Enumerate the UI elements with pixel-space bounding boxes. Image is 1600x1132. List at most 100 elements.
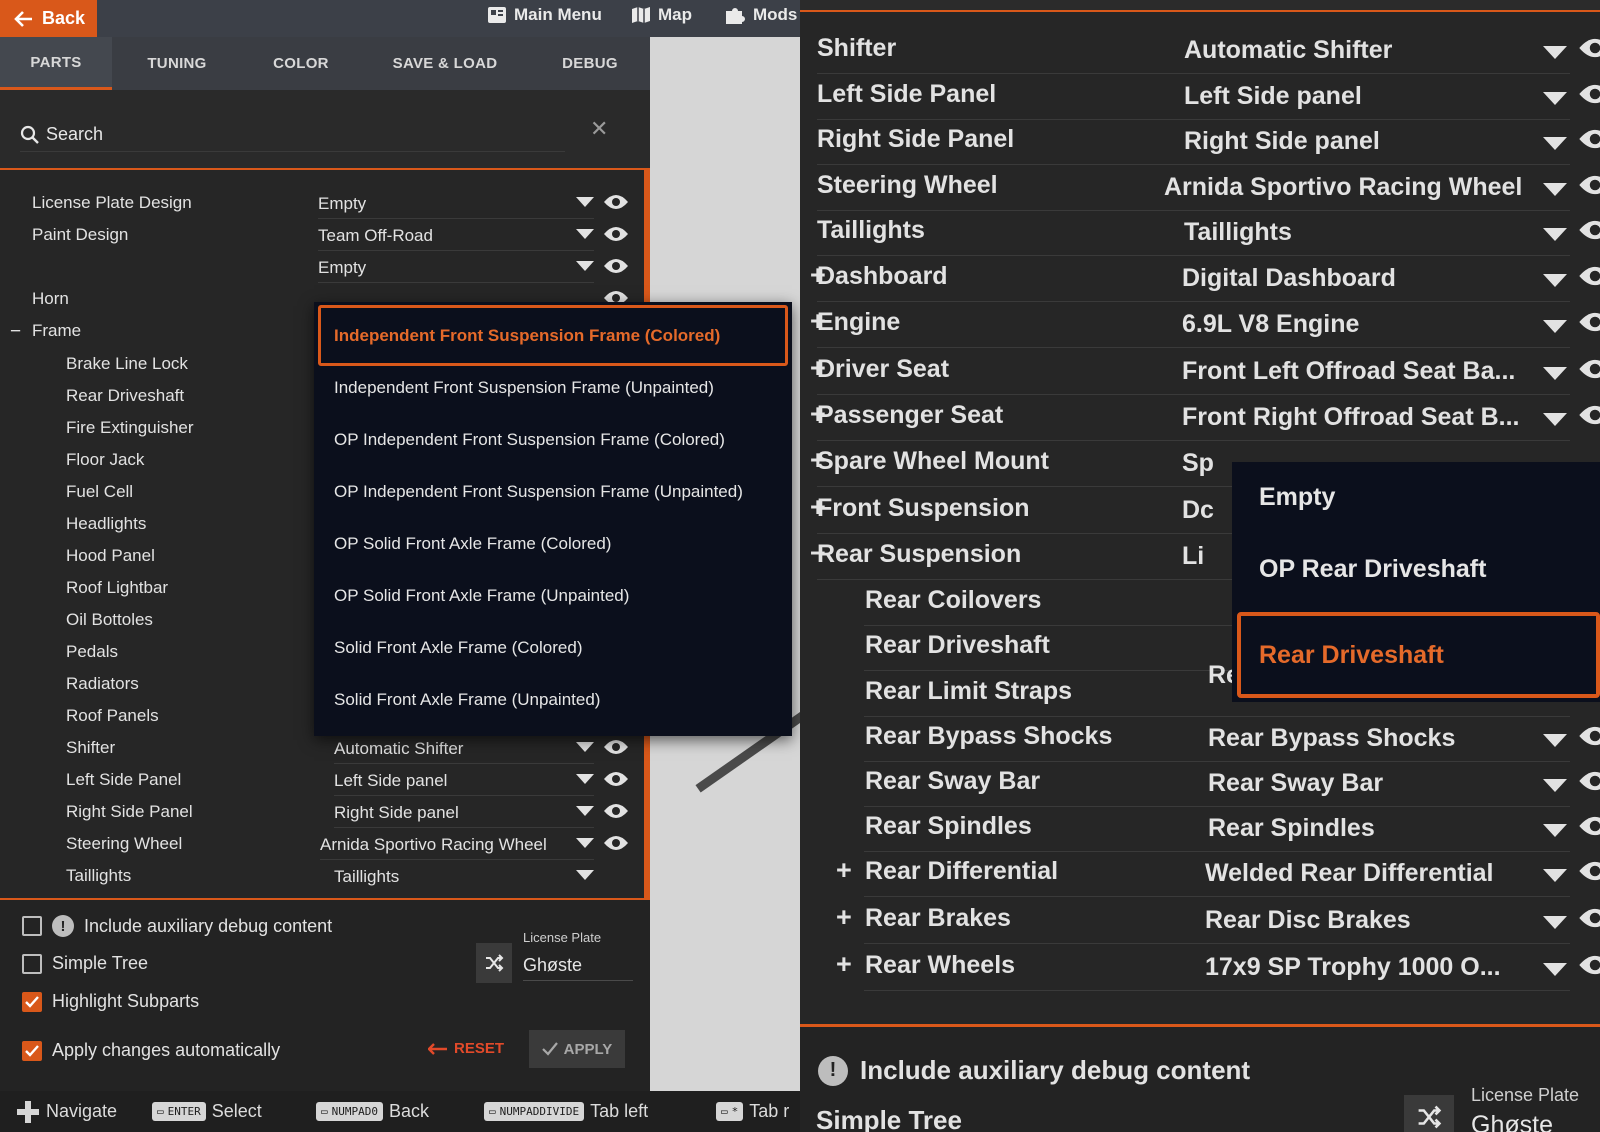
tree-row-taillights[interactable]: Taillights Taillights (0, 860, 640, 892)
eye-icon[interactable] (1578, 859, 1600, 883)
dropdown-option[interactable]: Independent Front Suspension Frame (Unpa… (314, 362, 792, 414)
eye-icon[interactable] (1578, 953, 1600, 977)
randomize-plate-button[interactable] (476, 943, 512, 983)
dropdown-option[interactable]: Solid Front Axle Frame (Unpainted) (314, 674, 792, 726)
mods-button[interactable]: Mods (724, 0, 797, 30)
tab-color[interactable]: COLOR (242, 37, 360, 90)
eye-icon[interactable] (603, 257, 629, 275)
collapse-icon[interactable]: − (10, 321, 21, 343)
chevron-down-icon[interactable] (1543, 963, 1567, 976)
dropdown-option[interactable]: Empty (1232, 462, 1600, 532)
chevron-down-icon[interactable] (1543, 183, 1567, 196)
eye-icon[interactable] (1578, 218, 1600, 242)
eye-icon[interactable] (603, 834, 629, 852)
dropdown-option[interactable]: OP Independent Front Suspension Frame (U… (314, 466, 792, 518)
back-button[interactable]: Back (0, 0, 97, 37)
zoom-tree-row[interactable]: Rear Sway Bar Rear Sway Bar (800, 761, 1600, 807)
zoom-tree-row[interactable]: + Rear Brakes Rear Disc Brakes (800, 898, 1600, 944)
chevron-down-icon[interactable] (576, 197, 594, 207)
zoom-tree-row[interactable]: + Engine 6.9L V8 Engine (800, 302, 1600, 348)
auto-apply-checkbox-row[interactable]: Apply changes automatically (22, 1040, 280, 1061)
expand-icon[interactable]: + (836, 949, 852, 980)
zoom-tree-row[interactable]: + Passenger Seat Front Right Offroad Seat … (800, 395, 1600, 441)
eye-icon[interactable] (1578, 127, 1600, 151)
clear-search-icon[interactable]: ✕ (590, 116, 608, 142)
chevron-down-icon[interactable] (1543, 367, 1567, 380)
chevron-down-icon[interactable] (576, 229, 594, 239)
eye-icon[interactable] (1578, 357, 1600, 381)
eye-icon[interactable] (1578, 724, 1600, 748)
eye-icon[interactable] (1578, 310, 1600, 334)
apply-button[interactable]: APPLY (529, 1030, 625, 1068)
chevron-down-icon[interactable] (1543, 92, 1567, 105)
chevron-down-icon[interactable] (1543, 274, 1567, 287)
zoom-tree-row[interactable]: + Dashboard Digital Dashboard (800, 256, 1600, 302)
map-button[interactable]: Map (631, 0, 692, 30)
aux-debug-checkbox-row[interactable]: ! Include auxiliary debug content (22, 915, 332, 937)
auto-apply-checkbox[interactable] (22, 1040, 42, 1061)
eye-icon[interactable] (603, 770, 629, 788)
dropdown-option-selected[interactable]: Independent Front Suspension Frame (Colo… (318, 305, 788, 366)
highlight-subparts-checkbox-row[interactable]: Highlight Subparts (22, 991, 199, 1012)
tab-debug[interactable]: DEBUG (530, 37, 650, 90)
chevron-down-icon[interactable] (576, 870, 594, 880)
zoom-tree-row[interactable]: + Driver Seat Front Left Offroad Seat Ba..… (800, 349, 1600, 395)
tree-row-paint-design-2[interactable]: Empty (0, 251, 640, 283)
chevron-down-icon[interactable] (576, 838, 594, 848)
eye-icon[interactable] (603, 225, 629, 243)
randomize-plate-button[interactable] (1404, 1095, 1454, 1132)
main-menu-button[interactable]: Main Menu (487, 0, 602, 30)
chevron-down-icon[interactable] (1543, 228, 1567, 241)
tree-row-left-side-panel[interactable]: Left Side Panel Left Side panel (0, 764, 640, 796)
eye-icon[interactable] (1578, 769, 1600, 793)
chevron-down-icon[interactable] (576, 261, 594, 271)
tree-row-steering-wheel[interactable]: Steering Wheel Arnida Sportivo Racing Wh… (0, 828, 640, 860)
search-input[interactable] (46, 124, 526, 145)
simple-tree-checkbox-row[interactable]: Simple Tree (22, 953, 148, 974)
zoom-tree-row[interactable]: + Rear Differential Welded Rear Differenti… (800, 851, 1600, 897)
tab-tuning[interactable]: TUNING (112, 37, 242, 90)
simple-tree-checkbox[interactable] (22, 953, 42, 974)
reset-button[interactable]: RESET (428, 1040, 504, 1057)
simple-tree-label[interactable]: Simple Tree (816, 1105, 962, 1132)
tab-save-load[interactable]: SAVE & LOAD (360, 37, 530, 90)
chevron-down-icon[interactable] (576, 774, 594, 784)
dropdown-option-selected[interactable]: Rear Driveshaft (1237, 612, 1600, 698)
dropdown-option[interactable]: OP Solid Front Axle Frame (Colored) (314, 518, 792, 570)
chevron-down-icon[interactable] (1543, 824, 1567, 837)
tree-row-license-plate-design[interactable]: License Plate Design Empty (0, 187, 640, 219)
tree-row-shifter[interactable]: Shifter Automatic Shifter (0, 732, 640, 764)
expand-icon[interactable]: + (836, 855, 852, 886)
aux-debug-checkbox[interactable] (22, 916, 42, 936)
dropdown-option[interactable]: OP Solid Front Axle Frame (Unpainted) (314, 570, 792, 622)
eye-icon[interactable] (603, 802, 629, 820)
chevron-down-icon[interactable] (1543, 413, 1567, 426)
eye-icon[interactable] (1578, 264, 1600, 288)
eye-icon[interactable] (1578, 36, 1600, 60)
eye-icon[interactable] (1578, 403, 1600, 427)
dropdown-option[interactable]: Solid Front Axle Frame (Colored) (314, 622, 792, 674)
aux-debug-row[interactable]: ! Include auxiliary debug content (818, 1055, 1250, 1086)
chevron-down-icon[interactable] (1543, 779, 1567, 792)
dropdown-option[interactable]: OP Rear Driveshaft (1232, 534, 1600, 604)
license-plate-input[interactable]: Ghøste (1471, 1111, 1553, 1132)
chevron-down-icon[interactable] (576, 806, 594, 816)
eye-icon[interactable] (1578, 906, 1600, 930)
chevron-down-icon[interactable] (1543, 137, 1567, 150)
tab-parts[interactable]: PARTS (0, 37, 112, 90)
eye-icon[interactable] (1578, 82, 1600, 106)
license-plate-input[interactable]: Ghøste (523, 955, 582, 976)
zoom-tree-row[interactable]: Taillights Taillights (800, 210, 1600, 256)
chevron-down-icon[interactable] (1543, 916, 1567, 929)
dropdown-option[interactable]: OP Independent Front Suspension Frame (C… (314, 414, 792, 466)
highlight-subparts-checkbox[interactable] (22, 991, 42, 1012)
zoom-tree-row[interactable]: + Rear Wheels 17x9 SP Trophy 1000 O... (800, 945, 1600, 991)
chevron-down-icon[interactable] (1543, 734, 1567, 747)
zoom-tree-row[interactable]: Rear Bypass Shocks Rear Bypass Shocks (800, 716, 1600, 762)
zoom-tree-row[interactable]: Rear Spindles Rear Spindles (800, 806, 1600, 852)
expand-icon[interactable]: + (836, 902, 852, 933)
eye-icon[interactable] (603, 193, 629, 211)
eye-icon[interactable] (603, 738, 629, 756)
tree-row-paint-design[interactable]: Paint Design Team Off-Road (0, 219, 640, 251)
chevron-down-icon[interactable] (1543, 46, 1567, 59)
